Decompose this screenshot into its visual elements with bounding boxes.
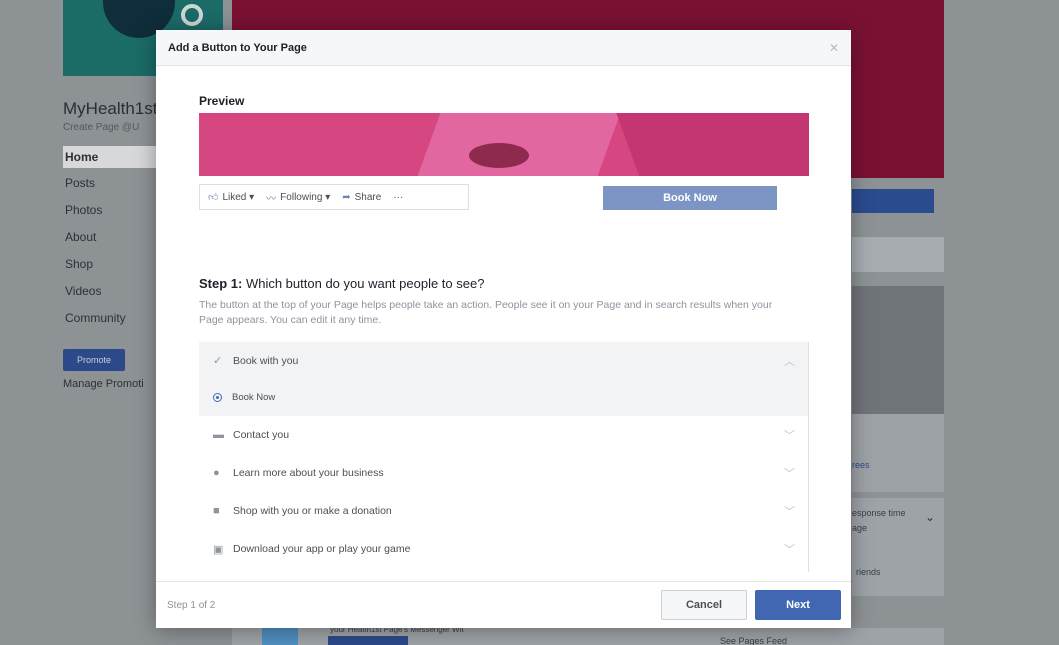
option-contact-you[interactable]: ▬ Contact you ﹀ xyxy=(199,416,809,454)
more-button[interactable]: ··· xyxy=(393,192,403,203)
friends-text: riends xyxy=(856,567,881,577)
radio-selected-icon xyxy=(213,393,222,402)
option-label: Book with you xyxy=(233,354,299,367)
nav-shop[interactable]: Shop xyxy=(63,254,158,281)
liked-button[interactable]: 👍︎ Liked ▾ xyxy=(208,191,255,204)
logo-ring xyxy=(181,4,203,26)
nav-home[interactable]: Home xyxy=(63,146,158,168)
response-time-label: esponse time xyxy=(852,508,906,518)
right-card xyxy=(852,414,944,492)
liked-label: Liked ▾ xyxy=(222,191,255,203)
right-card xyxy=(852,286,944,414)
app-icon: ▣ xyxy=(213,543,224,556)
dialog-header: Add a Button to Your Page ✕ xyxy=(156,30,851,66)
option-label: Learn more about your business xyxy=(233,467,384,479)
share-label: Share xyxy=(354,191,382,203)
info-icon: ● xyxy=(213,467,220,479)
close-icon[interactable]: ✕ xyxy=(829,41,839,55)
page-handle: Create Page @U xyxy=(63,122,140,133)
nav-videos[interactable]: Videos xyxy=(63,281,158,308)
chevron-down-icon: ﹀ xyxy=(784,544,795,556)
dialog-title: Add a Button to Your Page xyxy=(168,41,307,54)
button-options-list: ✓ Book with you ︿ Book Now ▬ Contact you… xyxy=(199,342,809,568)
see-pages-feed-link[interactable]: See Pages Feed xyxy=(720,636,787,645)
step-prefix: Step 1: xyxy=(199,276,243,291)
option-book-with-you[interactable]: ✓ Book with you ︿ xyxy=(199,342,809,379)
chevron-up-icon: ︿ xyxy=(784,355,795,368)
response-time-sub: age xyxy=(852,523,868,533)
chevron-down-icon: ﹀ xyxy=(784,468,795,480)
book-now-preview-button: Book Now xyxy=(603,186,777,210)
response-time-text: esponse time age xyxy=(852,506,906,536)
more-icon: ··· xyxy=(393,191,404,203)
add-button-dialog: Add a Button to Your Page ✕ Preview 👍︎ L… xyxy=(156,30,851,628)
following-button[interactable]: 〰 Following ▾ xyxy=(266,190,330,205)
nav-community[interactable]: Community xyxy=(63,308,158,335)
cover-decoration xyxy=(469,143,529,168)
nav-posts[interactable]: Posts xyxy=(63,173,158,200)
right-card xyxy=(852,237,944,272)
bag-icon: ■ xyxy=(213,505,220,517)
chat-icon: ▬ xyxy=(213,429,224,441)
option-label: Shop with you or make a donation xyxy=(233,505,392,517)
step-count: Step 1 of 2 xyxy=(167,599,216,611)
dialog-footer: Step 1 of 2 Cancel Next xyxy=(156,581,851,628)
option-label: Download your app or play your game xyxy=(233,543,411,555)
cover-preview xyxy=(199,113,809,176)
page-actions-bar: 👍︎ Liked ▾ 〰 Following ▾ ➦ Share ··· xyxy=(199,184,469,210)
post-button[interactable] xyxy=(328,636,408,645)
check-icon: ✓ xyxy=(213,355,223,367)
options-scrollbar[interactable] xyxy=(808,342,809,572)
page-name: MyHealth1st xyxy=(63,99,158,118)
share-icon: ➦ xyxy=(342,191,351,203)
thumbs-up-icon: 👍︎ xyxy=(208,192,219,203)
next-button[interactable]: Next xyxy=(755,590,841,620)
nav-photos[interactable]: Photos xyxy=(63,200,158,227)
option-shop[interactable]: ■ Shop with you or make a donation ﹀ xyxy=(199,492,809,530)
following-label: Following ▾ xyxy=(280,191,331,203)
option-book-now-radio[interactable]: Book Now xyxy=(199,379,809,416)
cover-decoration xyxy=(612,113,809,176)
chevron-down-icon[interactable]: ⌄ xyxy=(925,510,935,524)
step-question: Which button do you want people to see? xyxy=(242,276,485,291)
right-card-link[interactable]: rees xyxy=(852,460,870,470)
page-nav: Home Posts Photos About Shop Videos Comm… xyxy=(63,146,158,335)
manage-promotions-link[interactable]: Manage Promoti xyxy=(63,378,144,390)
chevron-down-icon: ﹀ xyxy=(784,506,795,518)
right-action-button[interactable] xyxy=(852,189,934,213)
option-learn-more[interactable]: ● Learn more about your business ﹀ xyxy=(199,454,809,492)
cover-decoration xyxy=(417,113,621,176)
footer-buttons: Cancel Next xyxy=(661,590,841,620)
nav-about[interactable]: About xyxy=(63,227,158,254)
chevron-down-icon: ﹀ xyxy=(784,430,795,442)
preview-label: Preview xyxy=(199,94,245,108)
option-download-app[interactable]: ▣ Download your app or play your game ﹀ xyxy=(199,530,809,568)
option-label: Contact you xyxy=(233,429,290,441)
promote-button[interactable]: Promote xyxy=(63,349,125,371)
step-title: Step 1: Which button do you want people … xyxy=(199,276,484,291)
option-label: Book Now xyxy=(232,392,276,403)
step-description: The button at the top of your Page helps… xyxy=(199,299,773,326)
share-button[interactable]: ➦ Share xyxy=(342,192,381,203)
cancel-button[interactable]: Cancel xyxy=(661,590,747,620)
rss-icon: 〰 xyxy=(266,193,277,205)
